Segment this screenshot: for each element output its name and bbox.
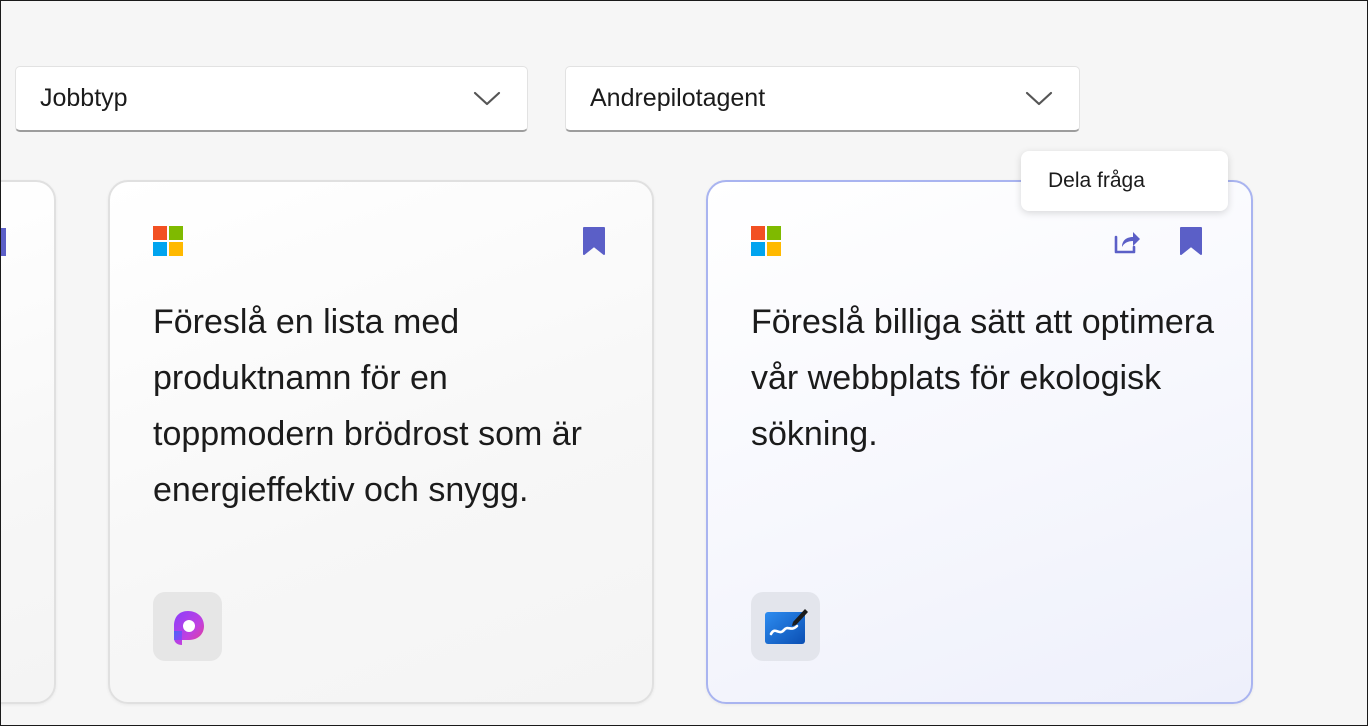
prompt-text: Föreslå en lista med produktnamn för en … [153, 303, 582, 509]
microsoft-logo-icon [751, 226, 782, 257]
job-type-dropdown-label: Jobbtyp [40, 84, 128, 112]
copilot-app-icon [153, 592, 222, 661]
prompt-card[interactable]: Föreslå en lista med produktnamn för en … [108, 180, 654, 704]
prompt-text: Föreslå billiga sätt att optimera vår we… [751, 303, 1214, 453]
tooltip-text: Dela fråga [1048, 169, 1145, 192]
chevron-down-icon [473, 85, 501, 113]
whiteboard-app-icon [751, 592, 820, 661]
share-tooltip: Dela fråga [1021, 151, 1228, 211]
prompt-card-selected[interactable]: Föreslå billiga sätt att optimera vår we… [706, 180, 1253, 704]
microsoft-logo-icon [153, 226, 184, 257]
bookmark-icon[interactable] [582, 226, 606, 256]
chevron-down-icon [1025, 85, 1053, 113]
share-icon[interactable] [1112, 228, 1142, 256]
agent-dropdown-label: Andrepilotagent [590, 84, 766, 112]
agent-dropdown[interactable]: Andrepilotagent [565, 66, 1080, 132]
bookmark-icon[interactable] [1179, 226, 1203, 256]
bookmark-icon[interactable] [0, 228, 6, 256]
job-type-dropdown[interactable]: Jobbtyp [15, 66, 528, 132]
prompt-card-partial[interactable] [0, 180, 56, 704]
